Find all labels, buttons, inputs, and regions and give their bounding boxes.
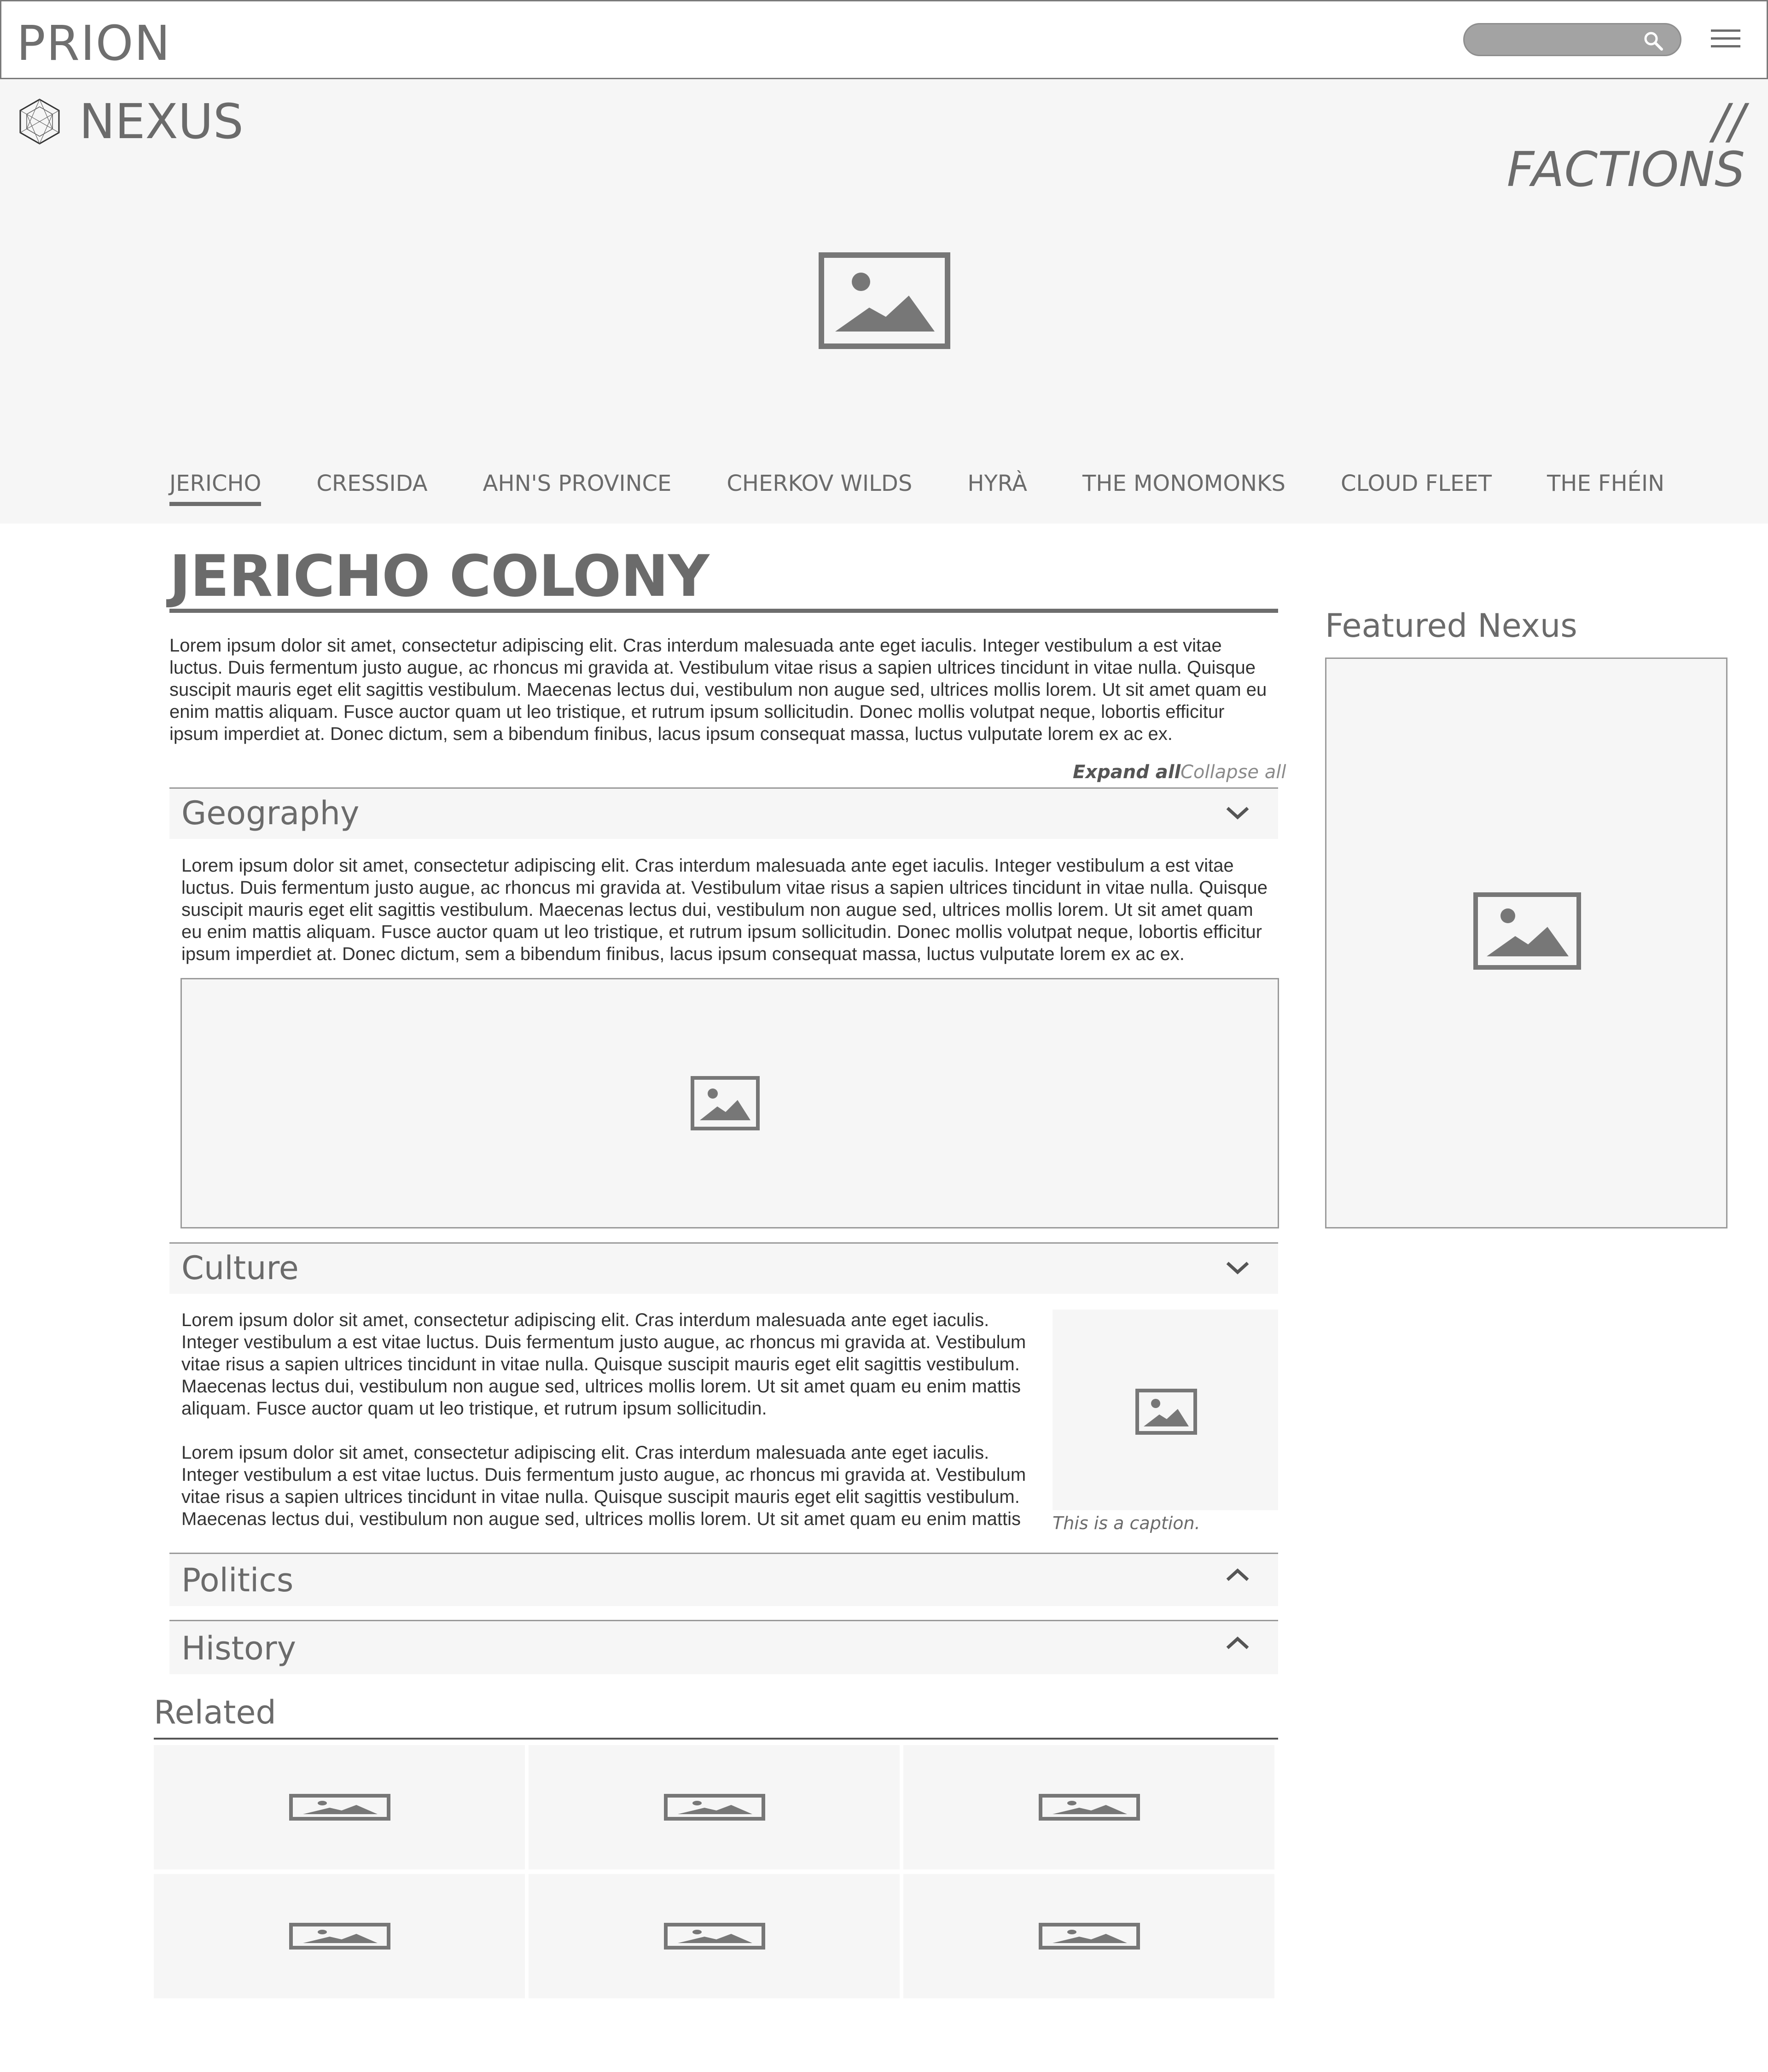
image-placeholder-icon — [819, 252, 950, 349]
collapse-all-link[interactable]: Collapse all — [1181, 762, 1286, 783]
tab-ahns-province[interactable]: AHN'S PROVINCE — [483, 470, 672, 507]
chevron-down-icon[interactable] — [1224, 1258, 1251, 1277]
accordion-culture-header[interactable]: Culture — [169, 1242, 1278, 1294]
title-divider — [169, 609, 1278, 613]
search-box[interactable] — [1463, 23, 1681, 56]
related-divider — [154, 1738, 1278, 1740]
faction-tabs: JERICHO CRESSIDA AHN'S PROVINCE CHERKOV … — [169, 470, 1664, 507]
related-grid — [154, 1745, 1275, 1998]
related-card[interactable] — [529, 1874, 900, 1998]
tab-the-fhein[interactable]: THE FHÉIN — [1547, 470, 1664, 507]
image-placeholder-icon — [289, 1923, 390, 1950]
tab-cloud-fleet[interactable]: CLOUD FLEET — [1341, 470, 1492, 507]
section-name: NEXUS — [79, 93, 244, 150]
featured-nexus-title: Featured Nexus — [1325, 607, 1577, 645]
section-tag: // FACTIONS — [1506, 93, 1745, 198]
hexagon-wireframe-icon — [19, 99, 60, 145]
culture-paragraph-1: Lorem ipsum dolor sit amet, consectetur … — [181, 1310, 1026, 1419]
geography-image — [180, 978, 1279, 1228]
image-placeholder-icon — [1039, 1794, 1140, 1821]
image-placeholder-icon — [664, 1923, 765, 1950]
search-icon[interactable] — [1642, 30, 1664, 52]
image-placeholder-icon — [664, 1794, 765, 1821]
image-placeholder-icon — [1135, 1389, 1197, 1435]
geography-paragraph: Lorem ipsum dolor sit amet, consectetur … — [181, 856, 1268, 964]
image-placeholder-icon — [1473, 892, 1581, 970]
hamburger-menu-icon[interactable] — [1710, 26, 1741, 52]
accordion-title: Politics — [181, 1561, 294, 1599]
related-card[interactable] — [903, 1745, 1274, 1869]
tab-cherkov-wilds[interactable]: CHERKOV WILDS — [727, 470, 912, 507]
accordion-title: Geography — [181, 794, 360, 832]
related-card[interactable] — [154, 1745, 525, 1869]
tab-the-monomonks[interactable]: THE MONOMONKS — [1082, 470, 1285, 507]
accordion-geography-header[interactable]: Geography — [169, 787, 1278, 839]
culture-figure-image — [1053, 1310, 1278, 1510]
tab-cressida[interactable]: CRESSIDA — [316, 470, 427, 507]
chevron-down-icon[interactable] — [1224, 803, 1251, 822]
image-placeholder-icon — [1039, 1923, 1140, 1950]
image-placeholder-icon — [691, 1076, 760, 1130]
accordion-politics-header[interactable]: Politics — [169, 1553, 1278, 1606]
related-card[interactable] — [903, 1874, 1274, 1998]
culture-paragraph-2: Lorem ipsum dolor sit amet, consectetur … — [181, 1443, 1026, 1529]
chevron-up-icon[interactable] — [1224, 1634, 1251, 1653]
accordion-title: History — [181, 1630, 297, 1667]
related-card[interactable] — [529, 1745, 900, 1869]
related-card[interactable] — [154, 1874, 525, 1998]
tab-jericho[interactable]: JERICHO — [169, 470, 262, 507]
brand-logo-text[interactable]: PRION — [17, 19, 171, 67]
intro-paragraph: Lorem ipsum dolor sit amet, consectetur … — [169, 635, 1267, 744]
accordion-history-header[interactable]: History — [169, 1620, 1278, 1674]
image-placeholder-icon — [289, 1794, 390, 1821]
page-title: JERICHO COLONY — [169, 543, 710, 610]
related-title: Related — [154, 1694, 276, 1731]
figure-caption: This is a caption. — [1053, 1513, 1200, 1533]
expand-all-link[interactable]: Expand all — [1073, 762, 1181, 783]
featured-nexus-card[interactable] — [1325, 658, 1727, 1228]
search-input[interactable] — [1481, 27, 1638, 52]
chevron-up-icon[interactable] — [1224, 1566, 1251, 1584]
accordion-title: Culture — [181, 1249, 299, 1287]
tab-hyra[interactable]: HYRÀ — [967, 470, 1027, 507]
